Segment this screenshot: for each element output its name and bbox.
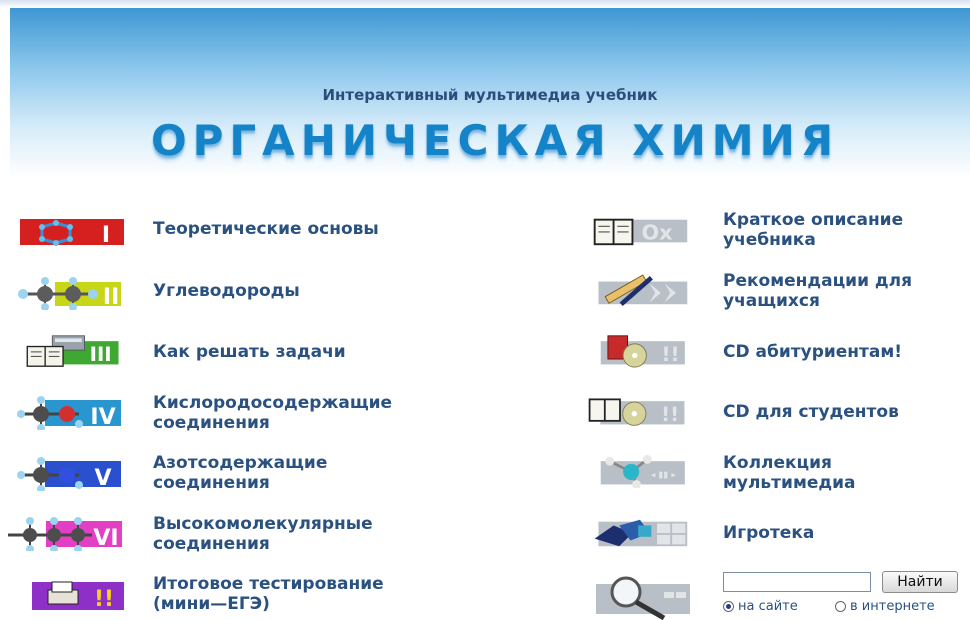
menu-item-label-line1: Кислородосодержащие xyxy=(153,393,393,413)
svg-text:!!: !! xyxy=(661,403,679,426)
menu-item-label-line1: Рекомендации для xyxy=(723,271,913,291)
menu-item-label-line1: Азотсодержащие xyxy=(153,453,328,473)
menu-item-theoretical-basics[interactable]: Теоретические основы xyxy=(153,219,379,239)
menu-item-recommendations[interactable]: Рекомендации для учащихся xyxy=(723,271,912,311)
hydrocarbon-molecule-icon[interactable]: II xyxy=(15,276,123,310)
menu-item-how-to-solve[interactable]: Как решать задачи xyxy=(153,342,346,362)
roman-numeral: III xyxy=(90,343,112,366)
menu-item-label-line1: Коллекция xyxy=(723,453,832,473)
radio-selected-icon[interactable] xyxy=(723,600,734,612)
menu-item-label-line2: учебника xyxy=(723,230,816,250)
menu-item-label-line1: Итоговое тестирование xyxy=(153,574,384,594)
book-ox-icon[interactable]: Ox xyxy=(588,214,692,248)
book-calculator-icon[interactable]: III xyxy=(18,334,126,368)
test-printer-icon[interactable]: !! xyxy=(30,578,126,612)
menu-item-final-test[interactable]: Итоговое тестирование (мини—ЕГЭ) xyxy=(153,574,384,614)
menu-item-label: Углеводороды xyxy=(153,281,300,301)
menu-item-label-line2: соединения xyxy=(153,413,270,433)
menu-item-label-line2: мультимедиа xyxy=(723,473,856,493)
menu-item-label: Игротека xyxy=(723,523,815,543)
menu-item-label: Как решать задачи xyxy=(153,342,346,362)
page: Интерактивный мультимедиа учебник ОРГАНИ… xyxy=(0,0,970,620)
menu-item-game-room[interactable]: Игротека xyxy=(723,523,814,543)
search-input[interactable] xyxy=(723,572,871,592)
menu-item-label-line2: учащихся xyxy=(723,291,820,311)
oxygen-molecule-icon[interactable]: IV xyxy=(15,396,123,430)
menu-item-label-line1: Высокомолекулярные xyxy=(153,514,373,534)
page-title: ОРГАНИЧЕСКАЯ ХИМИЯ xyxy=(150,116,840,165)
ruler-pen-icon[interactable] xyxy=(590,274,692,308)
radio-on-site[interactable]: на сайте xyxy=(723,598,798,614)
menu-item-label: CD для студентов xyxy=(723,402,899,422)
ring-molecule-icon[interactable]: I xyxy=(18,215,126,249)
menu-item-label-line2: соединения xyxy=(153,473,270,493)
radio-label-on-site: на сайте xyxy=(738,598,798,614)
roman-numeral: VI xyxy=(93,526,118,551)
menu-item-hydrocarbons[interactable]: Углеводороды xyxy=(153,281,300,301)
menu-item-brief-description[interactable]: Краткое описание учебника xyxy=(723,210,903,250)
svg-text:◂ ▮▮ ▸: ◂ ▮▮ ▸ xyxy=(651,470,677,480)
radio-unselected-icon[interactable] xyxy=(835,600,846,612)
roman-numeral: V xyxy=(94,466,111,491)
magnifier-icon xyxy=(596,576,690,620)
roman-numeral: IV xyxy=(90,405,115,430)
svg-text:Ox: Ox xyxy=(641,221,673,245)
menu-item-multimedia-collection[interactable]: Коллекция мультимедиа xyxy=(723,453,855,493)
radio-internet[interactable]: в интернете xyxy=(835,598,935,614)
menu-item-cd-abiturients[interactable]: CD абитуриентам! xyxy=(723,342,902,362)
menu-item-label: CD абитуриентам! xyxy=(723,342,903,362)
cd-student-icon[interactable]: !! xyxy=(582,394,692,428)
svg-text:!!: !! xyxy=(662,343,680,366)
menu-item-cd-students[interactable]: CD для студентов xyxy=(723,402,899,422)
header-banner: Интерактивный мультимедиа учебник ОРГАНИ… xyxy=(10,8,970,178)
cd-abiturient-icon[interactable]: !! xyxy=(590,334,692,368)
search-button[interactable]: Найти xyxy=(882,571,958,593)
menu-item-polymers[interactable]: Высокомолекулярные соединения xyxy=(153,514,373,554)
radio-label-internet: в интернете xyxy=(850,598,935,614)
menu-item-label-line1: Краткое описание xyxy=(723,210,904,230)
roman-numeral: II xyxy=(103,285,119,310)
menu-item-label-line2: (мини—ЕГЭ) xyxy=(153,594,270,614)
menu-item-oxygen-compounds[interactable]: Кислородосодержащие соединения xyxy=(153,393,392,433)
menu-item-label: Теоретические основы xyxy=(153,219,379,239)
puzzle-icon[interactable] xyxy=(588,516,692,550)
multimedia-molecule-icon[interactable]: ◂ ▮▮ ▸ xyxy=(590,454,692,488)
menu-item-nitrogen-compounds[interactable]: Азотсодержащие соединения xyxy=(153,453,327,493)
page-subtitle: Интерактивный мультимедиа учебник xyxy=(322,86,658,104)
polymer-molecule-icon[interactable]: VI xyxy=(6,517,124,551)
roman-numeral: I xyxy=(102,223,110,248)
menu-item-label-line2: соединения xyxy=(153,534,270,554)
exclamation-marks: !! xyxy=(94,587,114,612)
nitrogen-molecule-icon[interactable]: V xyxy=(15,457,123,491)
